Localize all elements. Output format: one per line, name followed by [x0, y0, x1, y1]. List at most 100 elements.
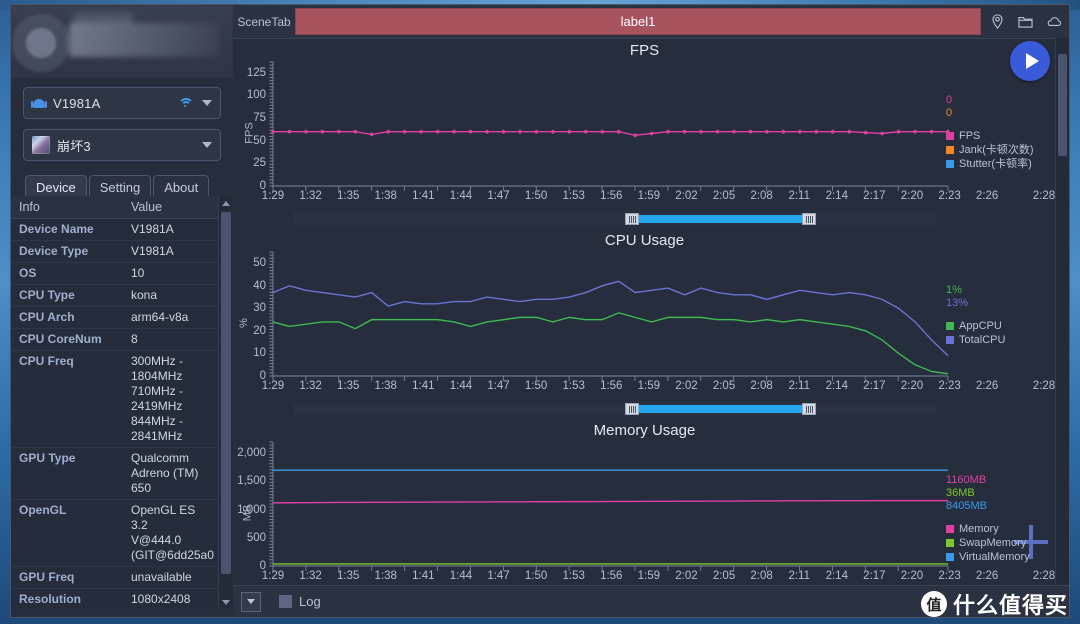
- table-row[interactable]: Resolution 1080x2408: [11, 588, 219, 609]
- y-tick: 75: [253, 112, 266, 125]
- x-tick: 2:26: [975, 380, 999, 392]
- series-appcpu: [273, 313, 948, 374]
- scroll-down-icon[interactable]: [219, 595, 233, 609]
- x-tick: 1:32: [299, 190, 322, 202]
- scene-tab-button[interactable]: SceneTab: [233, 5, 295, 38]
- row-key: Device Type: [11, 240, 123, 263]
- legend-item[interactable]: Memory: [946, 522, 1050, 536]
- x-tick: 1:32: [299, 380, 322, 392]
- device-select[interactable]: V1981A: [23, 87, 221, 119]
- table-row[interactable]: CPU Type kona: [11, 284, 219, 307]
- app-select[interactable]: 崩坏3: [23, 129, 221, 161]
- col-value: Value: [123, 196, 219, 219]
- x-tick: 2:14: [825, 190, 848, 202]
- chevron-down-icon[interactable]: [202, 142, 212, 148]
- y-tick: 500: [246, 531, 266, 544]
- legend-item[interactable]: Stutter(卡顿率): [946, 157, 1050, 171]
- x-tick: 2:23: [938, 380, 961, 392]
- legend-item[interactable]: FPS: [946, 129, 1050, 143]
- chart-title: FPS: [629, 42, 660, 59]
- hscrollbar-right-grip[interactable]: [802, 403, 816, 415]
- table-row[interactable]: CPU Arch arm64-v8a: [11, 306, 219, 329]
- legend-swatch: [946, 132, 954, 140]
- legend-items: FPS Jank(卡顿次数) Stutter(卡顿率): [946, 129, 1050, 171]
- legend-label: AppCPU: [959, 320, 1002, 332]
- cloud-icon[interactable]: [1045, 13, 1062, 30]
- chart-legend: 1% 13% AppCPU TotalCPU: [946, 284, 1050, 347]
- legend-items: Memory SwapMemory VirtualMemory: [946, 522, 1050, 564]
- log-dropdown-button[interactable]: [241, 591, 261, 612]
- location-icon[interactable]: [989, 13, 1006, 30]
- x-tick: 1:29: [261, 570, 285, 582]
- table-row[interactable]: GPU Freq unavailable: [11, 566, 219, 589]
- x-tick: 1:59: [637, 570, 661, 582]
- table-row[interactable]: Device Name V1981A: [11, 218, 219, 241]
- table-scrollbar-thumb[interactable]: [221, 212, 231, 574]
- x-tick: 1:59: [637, 380, 661, 392]
- legend-item[interactable]: SwapMemory: [946, 536, 1050, 550]
- legend-label: FPS: [959, 130, 981, 142]
- legend-item[interactable]: VirtualMemory: [946, 550, 1050, 564]
- chevron-down-icon[interactable]: [202, 100, 212, 106]
- x-tick: 1:35: [336, 190, 360, 202]
- x-tick: 2:20: [900, 190, 924, 202]
- table-row[interactable]: OS 10: [11, 262, 219, 285]
- y-axis-ticks: 0 500 1,000 1,500 2,000: [233, 442, 273, 572]
- hscrollbar-right-grip[interactable]: [802, 213, 816, 225]
- legend-label: Jank(卡顿次数): [959, 144, 1034, 156]
- app-window: V1981A 崩坏3 Device Setting About Info Val…: [10, 4, 1070, 618]
- legend-item[interactable]: TotalCPU: [946, 333, 1050, 347]
- table-row[interactable]: CPU Freq 300MHz -1804MHz 710MHz -2419MHz 84…: [11, 350, 219, 448]
- x-tick: 1:35: [336, 570, 360, 582]
- table-row[interactable]: CPU CoreNum 8: [11, 328, 219, 351]
- game-app-icon: [32, 136, 50, 154]
- legend-label: TotalCPU: [959, 334, 1006, 346]
- app-select-value: 崩坏3: [57, 138, 91, 154]
- device-info-table: Info Value Device Name V1981A Device Type V…: [11, 196, 219, 609]
- x-tick: 2:17: [863, 190, 886, 202]
- wifi-icon: [178, 97, 194, 109]
- y-tick: 10: [253, 347, 266, 360]
- current-value: 1%: [946, 284, 962, 296]
- x-tick: 2:20: [900, 570, 924, 582]
- table-row[interactable]: Device Type V1981A: [11, 240, 219, 263]
- scroll-up-icon[interactable]: [219, 196, 233, 210]
- x-tick: 1:29: [261, 190, 285, 202]
- x-tick: 1:56: [600, 190, 623, 202]
- row-value: 1080x2408: [123, 588, 219, 609]
- legend-label: SwapMemory: [959, 537, 1027, 549]
- x-tick: 1:50: [524, 380, 548, 392]
- chart-legend: 0 0 FPS Jank(卡顿次数) Stutter(卡顿率): [946, 94, 1050, 171]
- x-tick: 2:08: [750, 570, 773, 582]
- row-key: GPU Type: [11, 447, 123, 500]
- right-scrollbar-thumb[interactable]: [1058, 54, 1067, 156]
- x-tick: 1:35: [336, 380, 360, 392]
- hscrollbar-left-grip[interactable]: [625, 403, 639, 415]
- current-value: 36MB: [946, 487, 975, 499]
- legend-item[interactable]: Jank(卡顿次数): [946, 143, 1050, 157]
- hscrollbar-left-grip[interactable]: [625, 213, 639, 225]
- x-tick: 2:05: [712, 190, 736, 202]
- watermark-text: 什么值得买: [952, 593, 1068, 618]
- x-tick: 1:53: [562, 570, 585, 582]
- x-tick: 2:28: [1032, 570, 1056, 582]
- left-panel: V1981A 崩坏3 Device Setting About Info Val…: [11, 5, 233, 617]
- table-scrollbar[interactable]: [218, 196, 233, 609]
- x-tick: 1:32: [299, 570, 322, 582]
- right-scrollbar[interactable]: [1055, 38, 1069, 586]
- table-row[interactable]: GPU Type Qualcomm Adreno (TM) 650: [11, 447, 219, 500]
- y-tick: 100: [246, 89, 266, 102]
- scene-label-bar[interactable]: label1: [295, 8, 981, 35]
- chart-hscrollbar[interactable]: [293, 403, 936, 415]
- chart-hscrollbar[interactable]: [293, 213, 936, 225]
- x-tick: 1:29: [261, 380, 285, 392]
- x-tick: 2:26: [975, 570, 999, 582]
- folder-icon[interactable]: [1017, 13, 1034, 30]
- x-tick: 1:38: [374, 190, 397, 202]
- x-tick: 2:05: [712, 570, 736, 582]
- legend-item[interactable]: AppCPU: [946, 319, 1050, 333]
- table-row[interactable]: OpenGL OpenGL ES 3.2 V@444.0 (GIT@6dd25a0: [11, 499, 219, 567]
- x-tick: 2:11: [788, 570, 810, 582]
- x-tick: 2:17: [863, 570, 886, 582]
- x-tick: 1:47: [487, 190, 510, 202]
